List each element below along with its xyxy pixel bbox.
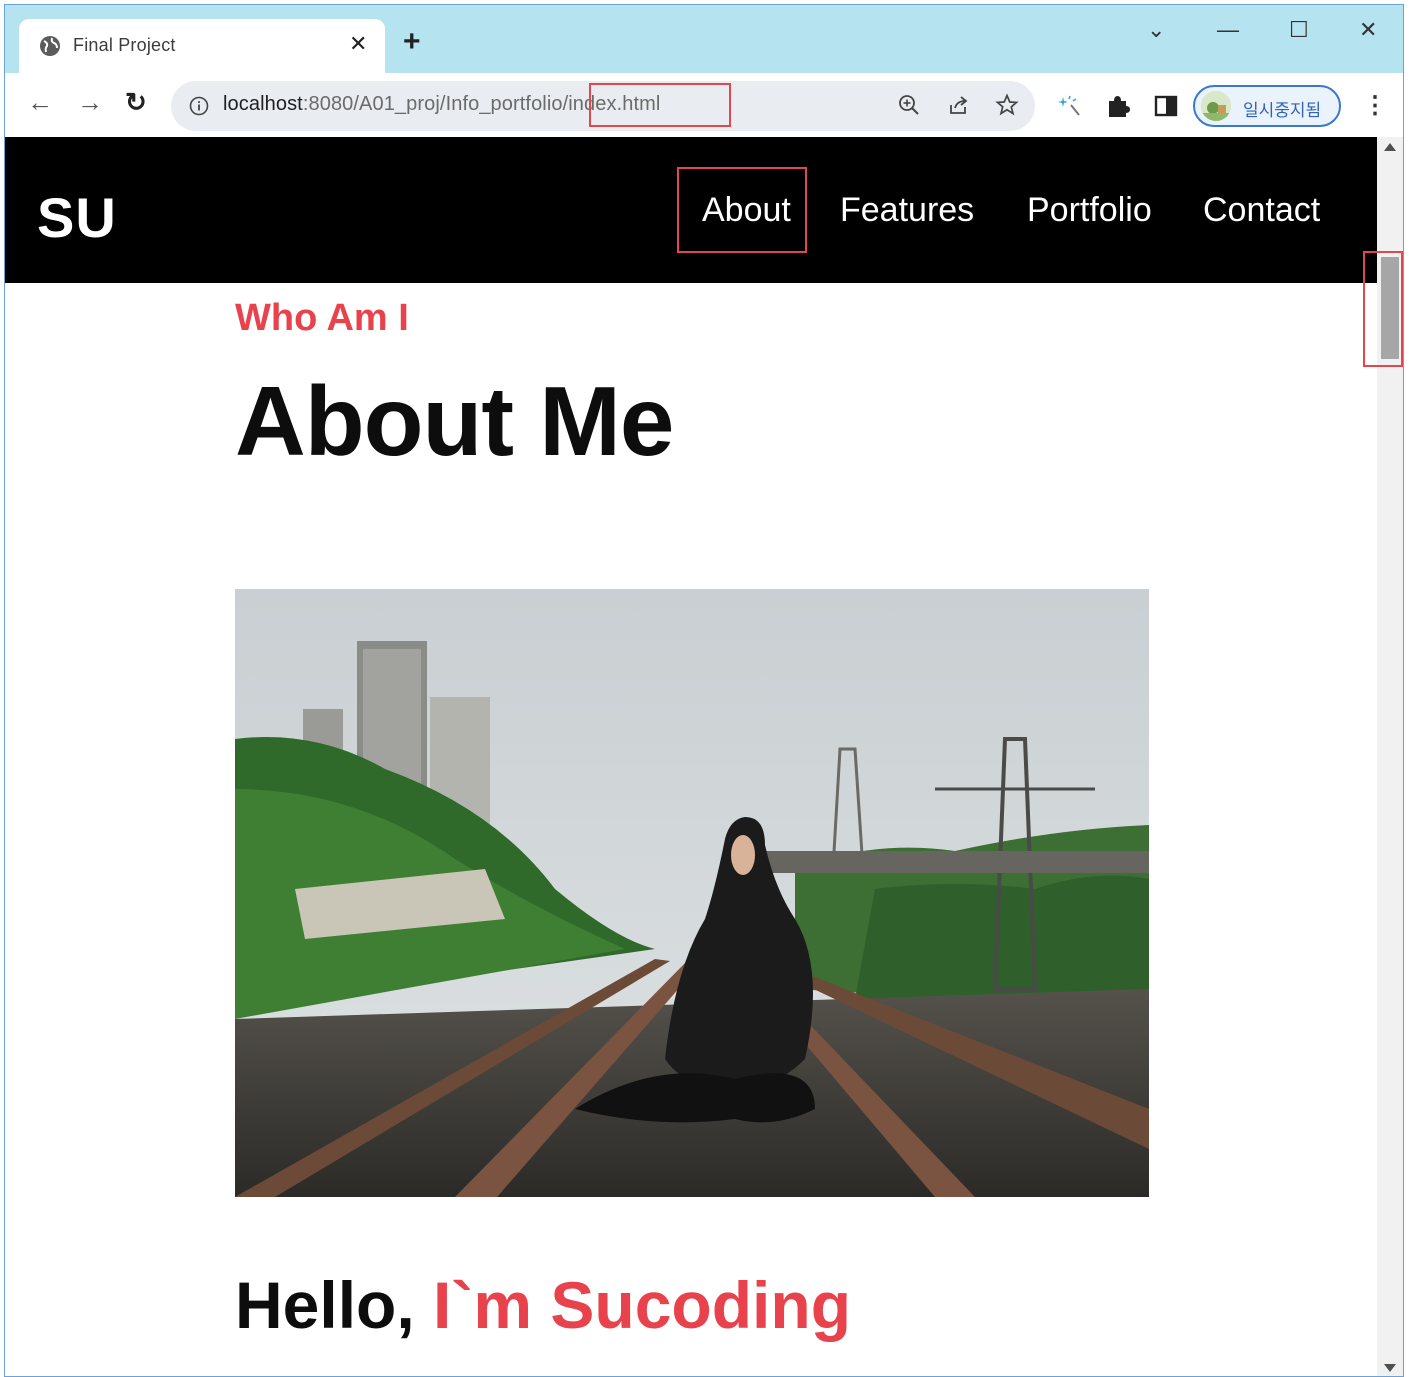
hello-prefix: Hello, (235, 1268, 434, 1342)
minimize-button[interactable]: — (1217, 17, 1239, 43)
url-annotation-box (589, 83, 731, 127)
browser-window: Final Project ✕ + ⌄ — ☐ ✕ ← → ↻ localhos… (4, 4, 1404, 1377)
section-title: About Me (235, 366, 674, 476)
profile-status-label: 일시중지됨 (1243, 101, 1322, 120)
extension-sparkle-icon[interactable] (1057, 93, 1083, 119)
close-tab-icon[interactable]: ✕ (349, 31, 367, 57)
scrollbar-annotation-box (1363, 251, 1403, 367)
site-header: SU About Features Portfolio Contact (5, 137, 1377, 283)
tab-search-chevron-icon[interactable]: ⌄ (1147, 17, 1165, 43)
more-menu-icon[interactable]: ⋮ (1363, 91, 1387, 120)
nav-portfolio[interactable]: Portfolio (1027, 191, 1152, 230)
avatar (1201, 91, 1231, 121)
nav-contact[interactable]: Contact (1203, 191, 1320, 230)
section-kicker: Who Am I (235, 297, 409, 339)
nav-annotation-box (677, 167, 807, 253)
browser-tab[interactable]: Final Project ✕ (19, 19, 385, 73)
site-logo[interactable]: SU (37, 185, 117, 250)
hello-heading: Hello, I`m Sucoding (235, 1267, 851, 1343)
toolbar: ← → ↻ localhost:8080/A01_proj/Info_portf… (5, 73, 1403, 137)
maximize-button[interactable]: ☐ (1289, 17, 1309, 43)
share-icon[interactable] (947, 93, 971, 117)
globe-icon (40, 36, 60, 56)
profile-photo (235, 589, 1149, 1197)
page-viewport: SU About Features Portfolio Contact Who … (5, 137, 1377, 1376)
info-icon[interactable] (189, 96, 209, 116)
zoom-icon[interactable] (897, 93, 921, 117)
new-tab-button[interactable]: + (403, 27, 421, 57)
close-window-button[interactable]: ✕ (1359, 17, 1377, 43)
page-scrollbar[interactable] (1363, 137, 1403, 1376)
profile-button[interactable]: 일시중지됨 (1193, 85, 1341, 127)
forward-button[interactable]: → (77, 87, 103, 118)
scroll-down-arrow-icon[interactable] (1384, 1364, 1396, 1372)
back-button[interactable]: ← (27, 87, 53, 118)
tab-title: Final Project (73, 35, 176, 55)
url-host: localhost (223, 93, 303, 115)
bookmark-star-icon[interactable] (995, 93, 1019, 117)
reload-button[interactable]: ↻ (125, 87, 147, 118)
scroll-up-arrow-icon[interactable] (1384, 143, 1396, 151)
hello-name: I`m Sucoding (433, 1268, 852, 1342)
tab-strip: Final Project ✕ + ⌄ — ☐ ✕ (5, 5, 1403, 73)
extensions-puzzle-icon[interactable] (1105, 93, 1131, 119)
nav-features[interactable]: Features (840, 191, 974, 230)
address-bar[interactable]: localhost:8080/A01_proj/Info_portfolio/i… (171, 81, 1035, 131)
side-panel-icon[interactable] (1153, 93, 1179, 119)
